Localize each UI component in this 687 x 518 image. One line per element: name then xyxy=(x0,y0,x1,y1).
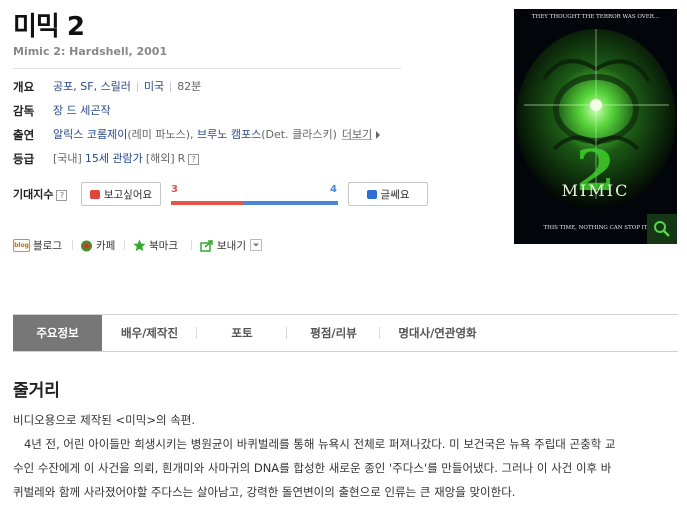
divider xyxy=(170,82,172,92)
cast-row: 출연 알릭스 코롬제이 (레미 파노스), 브루노 캠포스 (Det. 클라스키… xyxy=(13,126,381,144)
cafe-link[interactable]: 카페 xyxy=(80,237,115,253)
poster-tagline-top: THEY THOUGHT THE TERROR WAS OVER... xyxy=(531,14,660,20)
genre-link-horror[interactable]: 공포 xyxy=(53,78,73,96)
help-icon[interactable]: ? xyxy=(56,189,68,201)
movie-title: 미믹 2 xyxy=(13,12,85,42)
nah-count: 4 xyxy=(330,184,337,195)
want-to-see-label: 보고싶어요 xyxy=(103,188,153,201)
overview-row: 개요 공포, SF, 스릴러 미국 82분 xyxy=(13,78,202,96)
cafe-label: 카페 xyxy=(96,239,116,252)
cast-role-1: (레미 파노스) xyxy=(127,128,191,141)
expectation-label: 기대지수 xyxy=(13,188,54,201)
share-label: 보내기 xyxy=(217,239,246,252)
gauge-nah-fill xyxy=(243,201,338,205)
chevron-down-icon xyxy=(252,243,259,247)
divider xyxy=(191,240,192,250)
rating-overseas: R xyxy=(177,152,186,165)
tab-photo[interactable]: 포토 xyxy=(197,315,287,351)
want-to-see-button[interactable]: 보고싶어요 xyxy=(81,182,161,206)
share-icon xyxy=(200,239,213,252)
rating-domestic-link[interactable]: 15세 관람가 xyxy=(85,150,143,168)
tab-label: 배우/제작진 xyxy=(120,326,179,340)
want-count: 3 xyxy=(171,184,178,195)
divider xyxy=(72,240,73,250)
help-icon[interactable]: ? xyxy=(188,153,200,165)
expectation-label-wrap: 기대지수 ? xyxy=(13,186,68,204)
bookmark-label: 북마크 xyxy=(149,239,178,252)
caret-right-icon xyxy=(376,131,381,139)
movie-original-title: Mimic 2: Hardshell, 2001 xyxy=(13,45,168,58)
tab-bar: 주요정보 배우/제작진 포토 평점/리뷰 명대사/연관영화 xyxy=(13,314,678,352)
divider xyxy=(124,240,125,250)
synopsis-line: 비디오용으로 제작된 <미믹>의 속편. xyxy=(13,413,196,427)
genre-link-thriller[interactable]: 스릴러 xyxy=(101,78,131,96)
synopsis-line: 퀴벌레와 함께 사라졌어야할 주다스는 살아남고, 강력한 돌연변이의 출현으로… xyxy=(13,485,516,499)
genre-link-sf[interactable]: SF xyxy=(80,78,93,96)
share-dropdown[interactable] xyxy=(249,239,262,251)
rating-label: 등급 xyxy=(13,152,35,166)
thumbs-down-icon xyxy=(366,189,377,199)
not-sure-button[interactable]: 글쎄요 xyxy=(348,182,428,206)
share-link[interactable]: 보내기 xyxy=(200,237,262,253)
movie-poster[interactable]: THEY THOUGHT THE TERROR WAS OVER... 2 MI… xyxy=(514,9,677,244)
director-label: 감독 xyxy=(13,104,35,118)
rating-overseas-tag: [해외] xyxy=(145,152,175,165)
search-icon xyxy=(654,221,670,237)
poster-zoom-button[interactable] xyxy=(647,214,677,244)
runtime: 82분 xyxy=(177,80,202,93)
cast-label: 출연 xyxy=(13,128,35,142)
expectation-gauge xyxy=(171,201,338,205)
tab-label: 명대사/연관영화 xyxy=(398,326,477,340)
blog-label: 블로그 xyxy=(33,239,62,252)
rating-domestic-tag: [국내] xyxy=(53,152,82,165)
not-sure-label: 글쎄요 xyxy=(380,188,410,201)
director-row: 감독 장 드 세곤작 xyxy=(13,102,111,120)
overview-label: 개요 xyxy=(13,80,35,94)
tab-cast-crew[interactable]: 배우/제작진 xyxy=(102,315,197,351)
blog-icon: blog xyxy=(13,238,30,252)
cast-more-link[interactable]: 더보기 xyxy=(342,126,372,144)
bookmark-link[interactable]: 북마크 xyxy=(133,237,178,253)
tab-quotes-related[interactable]: 명대사/연관영화 xyxy=(380,315,495,351)
star-icon xyxy=(133,239,146,251)
poster-title: MIMIC xyxy=(561,181,630,200)
blog-link[interactable]: blog 블로그 xyxy=(13,237,62,253)
synopsis-heading: 줄거리 xyxy=(13,381,60,401)
tab-label: 포토 xyxy=(231,326,253,340)
tab-label: 평점/리뷰 xyxy=(310,326,357,340)
divider xyxy=(13,68,401,69)
tab-rating-review[interactable]: 평점/리뷰 xyxy=(287,315,380,351)
director-link[interactable]: 장 드 세곤작 xyxy=(53,102,111,120)
synopsis-line: 수인 수잔에게 이 사건을 의뢰, 흰개미와 사마귀의 DNA를 합성한 새로운… xyxy=(13,461,612,475)
cast-link-1[interactable]: 알릭스 코롬제이 xyxy=(53,126,127,144)
cast-role-2: (Det. 클라스키) xyxy=(261,128,337,141)
cafe-icon xyxy=(81,240,92,251)
country-link[interactable]: 미국 xyxy=(144,78,164,96)
tab-label: 주요정보 xyxy=(36,326,79,340)
rating-row: 등급 [국내] 15세 관람가 [해외] R ? xyxy=(13,150,200,168)
tab-main-info[interactable]: 주요정보 xyxy=(13,315,102,351)
cast-link-2[interactable]: 브루노 캠포스 xyxy=(197,126,261,144)
synopsis-line: 4년 전, 어린 아이들만 희생시키는 병원균이 바퀴벌레를 통해 뉴욕시 전체… xyxy=(13,437,616,451)
poster-artwork xyxy=(514,9,677,244)
thumbs-up-icon xyxy=(89,189,100,199)
divider xyxy=(136,82,138,92)
gauge-want-fill xyxy=(171,201,243,205)
